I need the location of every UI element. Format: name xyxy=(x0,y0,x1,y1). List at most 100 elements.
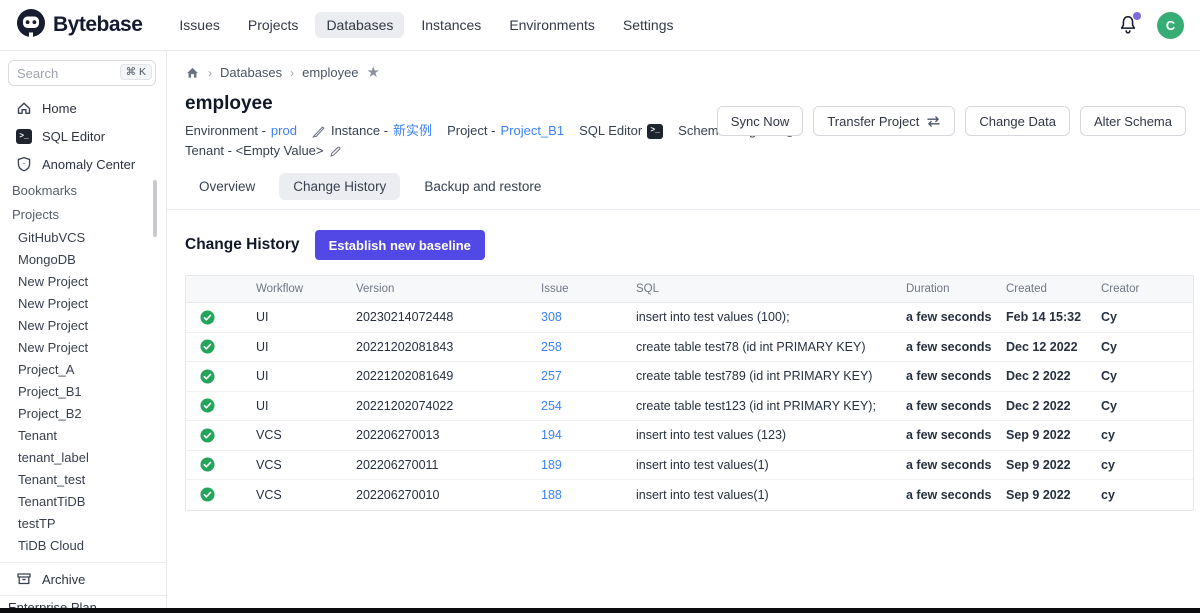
sidebar-project-item[interactable]: MongoDB xyxy=(0,248,166,270)
table-row[interactable]: UI 20230214072448 308 insert into test v… xyxy=(186,303,1193,333)
sidebar-project-item[interactable]: Project_A xyxy=(0,358,166,380)
creator-cell: Cy xyxy=(1093,399,1193,413)
meta-environment: Environment - prod xyxy=(185,122,297,140)
version-cell: 202206270013 xyxy=(348,428,533,442)
breadcrumb-employee[interactable]: employee xyxy=(302,65,358,80)
table-body: UI 20230214072448 308 insert into test v… xyxy=(186,303,1193,510)
instance-link[interactable]: 新实例 xyxy=(393,122,432,140)
sidebar-project-item[interactable]: Project_B1 xyxy=(0,380,166,402)
created-cell: Feb 14 15:32 xyxy=(998,310,1093,324)
table-row[interactable]: VCS 202206270013 194 insert into test va… xyxy=(186,421,1193,451)
issue-link[interactable]: 254 xyxy=(533,399,628,413)
nav-item[interactable]: Settings xyxy=(612,12,685,38)
table-row[interactable]: UI 20221202081649 257 create table test7… xyxy=(186,362,1193,392)
created-cell: Dec 2 2022 xyxy=(998,369,1093,383)
breadcrumb-separator: › xyxy=(290,66,294,80)
tab[interactable]: Change History xyxy=(279,173,400,200)
table-row[interactable]: VCS 202206270010 188 insert into test va… xyxy=(186,480,1193,510)
breadcrumb-home-icon[interactable] xyxy=(185,65,200,80)
created-cell: Sep 9 2022 xyxy=(998,428,1093,442)
issue-link[interactable]: 194 xyxy=(533,428,628,442)
sidebar-project-item[interactable]: GitHubVCS xyxy=(0,226,166,248)
sql-editor-icon: >_ xyxy=(647,124,663,139)
nav-item[interactable]: Instances xyxy=(410,12,492,38)
issue-link[interactable]: 257 xyxy=(533,369,628,383)
sidebar-project-item[interactable]: Tenant xyxy=(0,424,166,446)
sql-cell: insert into test values(1) xyxy=(628,458,898,472)
sidebar-project-item[interactable]: Project_B2 xyxy=(0,402,166,424)
workflow-cell: VCS xyxy=(248,488,348,502)
success-check-icon xyxy=(200,487,215,502)
bytebase-brand[interactable]: Bytebase xyxy=(16,8,142,43)
issue-link[interactable]: 189 xyxy=(533,458,628,472)
creator-cell: Cy xyxy=(1093,369,1193,383)
nav-item[interactable]: Databases xyxy=(315,12,404,38)
sidebar-project-item[interactable]: testTP xyxy=(0,512,166,534)
sidebar-item-home[interactable]: Home xyxy=(0,94,166,122)
sql-cell: create table test789 (id int PRIMARY KEY… xyxy=(628,369,898,383)
workflow-cell: UI xyxy=(248,310,348,324)
section-heading: Change History xyxy=(185,236,300,254)
sidebar-project-item[interactable]: TiDB Cloud xyxy=(0,534,166,556)
column-header: SQL xyxy=(628,283,898,295)
favorite-star-icon[interactable]: ★ xyxy=(367,65,380,80)
sidebar-project-item[interactable]: New Project xyxy=(0,336,166,358)
duration-cell: a few seconds xyxy=(898,428,998,442)
projects-section-label[interactable]: Projects xyxy=(0,202,166,226)
sidebar-project-item[interactable]: New Project xyxy=(0,270,166,292)
breadcrumb-databases[interactable]: Databases xyxy=(220,65,282,80)
sidebar-project-item[interactable]: Tenant_test xyxy=(0,468,166,490)
change-history-table: Workflow Version Issue SQL Duration Crea… xyxy=(185,275,1194,511)
issue-link[interactable]: 188 xyxy=(533,488,628,502)
page-actions: Sync Now Transfer Project Change Data Al… xyxy=(717,106,1186,136)
workflow-cell: VCS xyxy=(248,428,348,442)
status-cell xyxy=(186,487,248,502)
table-row[interactable]: UI 20221202074022 254 create table test1… xyxy=(186,392,1193,422)
user-avatar[interactable]: C xyxy=(1157,12,1184,39)
workflow-cell: UI xyxy=(248,399,348,413)
creator-cell: cy xyxy=(1093,458,1193,472)
notification-bell-icon[interactable] xyxy=(1117,14,1139,36)
nav-item[interactable]: Projects xyxy=(237,12,310,38)
tab[interactable]: Overview xyxy=(185,173,269,200)
workflow-cell: UI xyxy=(248,340,348,354)
table-header: Workflow Version Issue SQL Duration Crea… xyxy=(186,276,1193,303)
tab[interactable]: Backup and restore xyxy=(410,173,555,200)
issue-link[interactable]: 308 xyxy=(533,310,628,324)
change-data-button[interactable]: Change Data xyxy=(965,106,1070,136)
meta-tenant: Tenant - <Empty Value> xyxy=(185,142,342,160)
environment-link[interactable]: prod xyxy=(271,122,297,140)
sidebar-item-anomaly-center[interactable]: Anomaly Center xyxy=(0,150,166,178)
nav-item[interactable]: Issues xyxy=(168,12,230,38)
notification-dot xyxy=(1133,12,1141,20)
breadcrumb: › Databases › employee ★ xyxy=(167,51,1200,80)
search-shortcut-badge: ⌘ K xyxy=(120,64,152,80)
sidebar-project-item[interactable]: TenantTiDB xyxy=(0,490,166,512)
sync-now-button[interactable]: Sync Now xyxy=(717,106,804,136)
issue-link[interactable]: 258 xyxy=(533,340,628,354)
meta-project: Project - Project_B1 xyxy=(447,122,564,140)
instance-engine-icon xyxy=(312,124,326,138)
created-cell: Dec 2 2022 xyxy=(998,399,1093,413)
meta-sql-editor[interactable]: SQL Editor >_ xyxy=(579,122,663,140)
nav-item[interactable]: Environments xyxy=(498,12,606,38)
main-content: › Databases › employee ★ employee Enviro… xyxy=(167,51,1200,613)
alter-schema-button[interactable]: Alter Schema xyxy=(1080,106,1186,136)
sidebar-item-archive[interactable]: Archive xyxy=(0,563,166,595)
establish-baseline-button[interactable]: Establish new baseline xyxy=(315,230,485,260)
project-link[interactable]: Project_B1 xyxy=(500,122,564,140)
bookmarks-section-label[interactable]: Bookmarks xyxy=(0,178,166,202)
table-row[interactable]: UI 20221202081843 258 create table test7… xyxy=(186,333,1193,363)
sidebar-item-sql-editor[interactable]: >_ SQL Editor xyxy=(0,122,166,150)
column-header: Workflow xyxy=(248,283,348,295)
sidebar-project-item[interactable]: New Project xyxy=(0,314,166,336)
sidebar-project-item[interactable]: tenant_label xyxy=(0,446,166,468)
edit-pencil-icon[interactable] xyxy=(329,145,342,158)
table-row[interactable]: VCS 202206270011 189 insert into test va… xyxy=(186,451,1193,481)
creator-cell: cy xyxy=(1093,488,1193,502)
sql-cell: create table test78 (id int PRIMARY KEY) xyxy=(628,340,898,354)
transfer-project-button[interactable]: Transfer Project xyxy=(813,106,955,136)
duration-cell: a few seconds xyxy=(898,399,998,413)
sidebar-scrollbar[interactable] xyxy=(153,180,157,237)
sidebar-project-item[interactable]: New Project xyxy=(0,292,166,314)
